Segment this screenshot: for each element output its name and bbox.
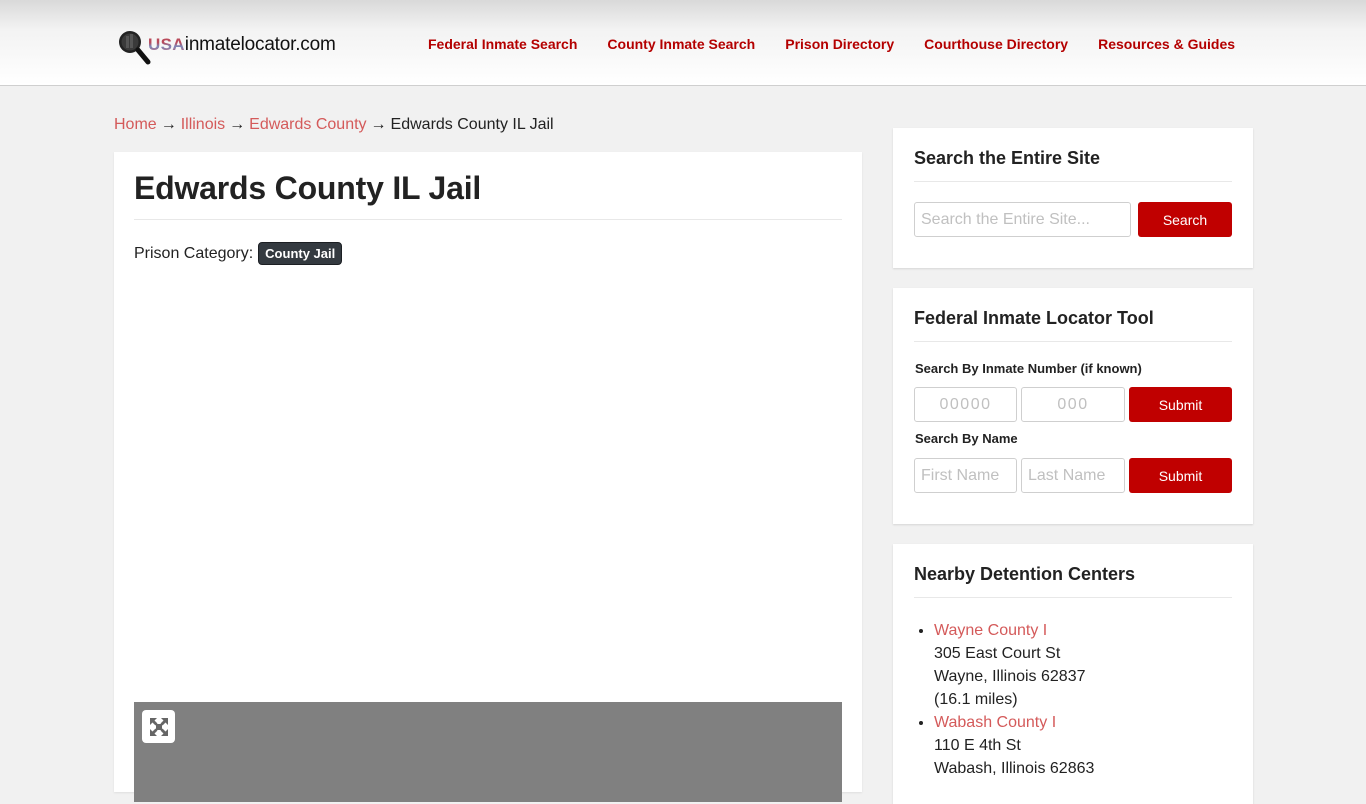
breadcrumb-edwards-county[interactable]: Edwards County: [249, 116, 366, 133]
breadcrumb-separator: →: [160, 116, 177, 133]
map-embed[interactable]: [134, 702, 842, 802]
category-badge[interactable]: County Jail: [258, 242, 343, 265]
inmate-number-field-2[interactable]: [1021, 387, 1125, 422]
nearby-center-street: 110 E 4th St: [934, 737, 1021, 754]
nav-prison-directory[interactable]: Prison Directory: [785, 36, 894, 52]
nearby-center-item: Wabash County I 110 E 4th St Wabash, Ill…: [934, 711, 1094, 780]
widget-divider: [914, 181, 1232, 182]
fullscreen-icon: [149, 717, 168, 736]
widget-divider: [914, 341, 1232, 342]
federal-locator-widget: Federal Inmate Locator Tool Search By In…: [893, 288, 1253, 524]
nearby-centers-title: Nearby Detention Centers: [914, 564, 1136, 584]
site-search-button[interactable]: Search: [1138, 202, 1232, 237]
name-submit-button[interactable]: Submit: [1129, 458, 1232, 493]
inmate-number-label: Search By Inmate Number (if known): [915, 361, 1142, 376]
last-name-field[interactable]: [1021, 458, 1125, 493]
breadcrumb-home[interactable]: Home: [114, 116, 157, 133]
magnifier-icon: [119, 31, 151, 65]
nearby-centers-list: Wayne County I 305 East Court St Wayne, …: [934, 619, 1094, 780]
nearby-center-item: Wayne County I 305 East Court St Wayne, …: [934, 619, 1094, 711]
main-nav: Federal Inmate Search County Inmate Sear…: [428, 36, 1265, 52]
nearby-center-link[interactable]: Wabash County I: [934, 714, 1056, 731]
nav-courthouse-directory[interactable]: Courthouse Directory: [924, 36, 1068, 52]
logo-text: USAinmatelocator.com: [148, 34, 336, 56]
site-search-widget: Search the Entire Site Search: [893, 128, 1253, 268]
title-divider: [134, 219, 842, 220]
breadcrumb: Home → Illinois → Edwards County → Edwards Cou…: [114, 116, 554, 134]
breadcrumb-separator: →: [370, 116, 387, 133]
nearby-center-distance: (16.1 miles): [934, 691, 1018, 708]
widget-divider: [914, 597, 1232, 598]
breadcrumb-current: Edwards County IL Jail: [390, 116, 554, 133]
nav-county-inmate-search[interactable]: County Inmate Search: [607, 36, 755, 52]
inmate-number-field-1[interactable]: [914, 387, 1017, 422]
inmate-number-submit-button[interactable]: Submit: [1129, 387, 1232, 422]
main-content-card: Edwards County IL Jail Prison Category: …: [114, 152, 862, 802]
breadcrumb-separator: →: [229, 116, 246, 133]
page-title: Edwards County IL Jail: [134, 170, 482, 206]
nav-resources-guides[interactable]: Resources & Guides: [1098, 36, 1235, 52]
nearby-center-city: Wabash, Illinois 62863: [934, 760, 1095, 777]
nearby-center-street: 305 East Court St: [934, 645, 1061, 662]
logo-usa-text: USA: [148, 35, 185, 54]
site-logo[interactable]: USAinmatelocator.com: [117, 29, 336, 65]
category-label: Prison Category:: [134, 244, 254, 262]
map-fullscreen-button[interactable]: [142, 710, 175, 743]
nearby-centers-widget: Nearby Detention Centers Wayne County I …: [893, 544, 1253, 804]
prison-category: Prison Category: County Jail: [134, 242, 343, 265]
site-search-title: Search the Entire Site: [914, 148, 1101, 168]
nav-federal-inmate-search[interactable]: Federal Inmate Search: [428, 36, 577, 52]
first-name-field[interactable]: [914, 458, 1017, 493]
search-by-name-label: Search By Name: [915, 431, 1018, 446]
federal-locator-title: Federal Inmate Locator Tool: [914, 308, 1154, 328]
logo-domain-text: inmatelocator.com: [184, 34, 336, 55]
nearby-center-link[interactable]: Wayne County I: [934, 622, 1047, 639]
site-header: USAinmatelocator.com Federal Inmate Sear…: [0, 0, 1366, 86]
site-search-input[interactable]: [914, 202, 1131, 237]
breadcrumb-illinois[interactable]: Illinois: [181, 116, 225, 133]
nearby-center-city: Wayne, Illinois 62837: [934, 668, 1086, 685]
